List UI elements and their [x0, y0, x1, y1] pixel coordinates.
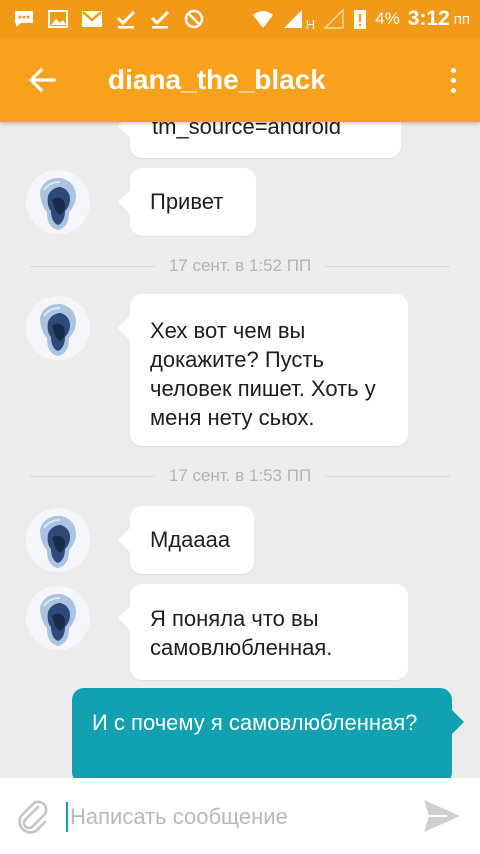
- clock-suffix: пп: [453, 10, 470, 28]
- message-text: Я поняла что вы самовлюбленная.: [150, 606, 333, 660]
- date-label: 17 сент. в 1:53 ПП: [168, 466, 312, 485]
- message-incoming[interactable]: Мдаааа: [118, 506, 254, 574]
- signal-icon: [283, 10, 302, 28]
- lion-avatar-icon: [26, 508, 90, 572]
- send-icon: [424, 800, 460, 832]
- message-text: И с почему я самовлюбленная?: [92, 710, 418, 735]
- lion-avatar-icon: [26, 296, 90, 360]
- message-text: Мдаааа: [150, 527, 231, 552]
- arrow-back-icon: [28, 67, 56, 93]
- date-separator: 17 сент. в 1:53 ПП: [30, 466, 451, 486]
- back-button[interactable]: [22, 60, 62, 100]
- send-button[interactable]: [420, 796, 464, 836]
- avatar[interactable]: [26, 586, 90, 650]
- composer: [0, 778, 480, 854]
- date-label: 17 сент. в 1:52 ПП: [168, 256, 312, 275]
- message-text: Привет: [150, 189, 224, 214]
- app-bar: diana_the_black: [0, 38, 480, 122]
- network-type-label: H: [305, 16, 316, 32]
- lion-avatar-icon: [26, 170, 90, 234]
- date-separator: 17 сент. в 1:52 ПП: [30, 256, 451, 276]
- block-icon: [182, 8, 206, 30]
- message-text: tm_source=android: [152, 122, 341, 139]
- signal-empty-icon: [323, 8, 344, 29]
- message-incoming[interactable]: Хех вот чем вы докажите? Пусть человек п…: [118, 294, 408, 446]
- avatar[interactable]: [26, 170, 90, 234]
- download-done-icon: [114, 8, 138, 30]
- chat-title: diana_the_black: [108, 64, 326, 95]
- avatar[interactable]: [26, 508, 90, 572]
- lion-avatar-icon: [26, 586, 90, 650]
- battery-level: 4%: [375, 9, 400, 28]
- message-input[interactable]: [66, 798, 400, 836]
- notification-icons: [12, 6, 206, 32]
- gmail-icon: [80, 8, 104, 30]
- status-bar: H 4% 3:12 пп: [0, 0, 480, 38]
- message-incoming[interactable]: Привет: [118, 168, 256, 236]
- chat-notification-icon: [12, 8, 36, 30]
- system-icons: H 4% 3:12 пп: [252, 6, 470, 32]
- more-vert-icon: [450, 67, 456, 73]
- attach-button[interactable]: [14, 798, 52, 836]
- message-incoming[interactable]: tm_source=android: [118, 122, 401, 158]
- battery-alert-icon: [354, 10, 367, 29]
- wifi-icon: [252, 11, 273, 28]
- download-done-icon-2: [148, 8, 172, 30]
- message-outgoing[interactable]: И с почему я самовлюбленная?: [72, 688, 464, 778]
- paperclip-icon: [18, 800, 48, 834]
- message-list[interactable]: tm_source=android Привет 17 сент. в 1:52…: [0, 122, 480, 778]
- message-text: Хех вот чем вы докажите? Пусть человек п…: [150, 318, 376, 430]
- message-incoming[interactable]: Я поняла что вы самовлюбленная.: [118, 584, 408, 680]
- overflow-menu-button[interactable]: [446, 60, 460, 100]
- clock: 3:12: [407, 7, 450, 30]
- image-notification-icon: [46, 8, 70, 30]
- avatar[interactable]: [26, 296, 90, 360]
